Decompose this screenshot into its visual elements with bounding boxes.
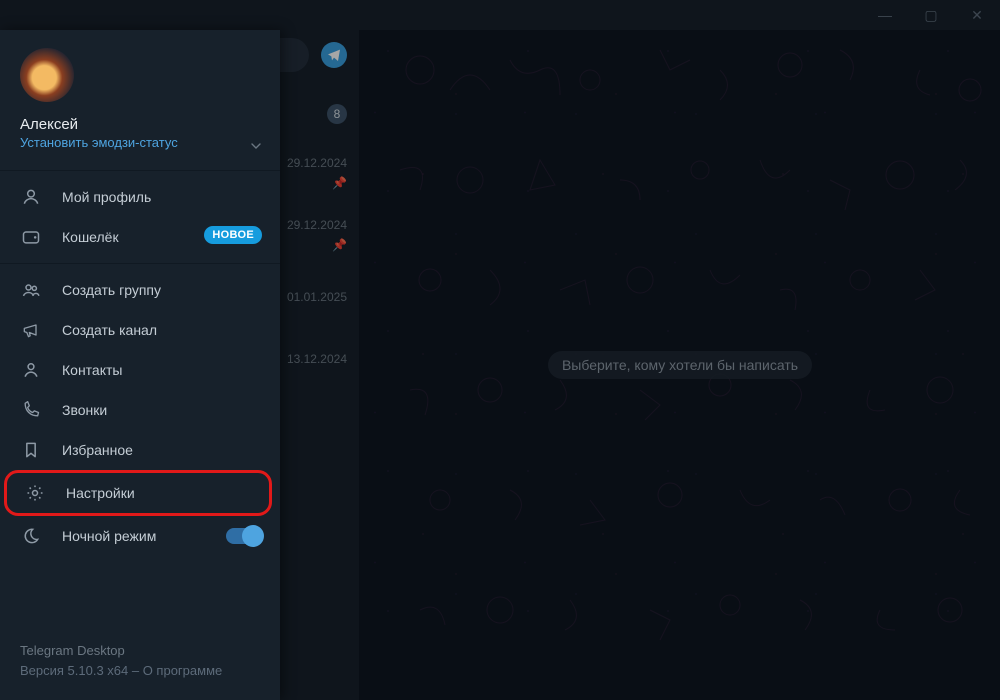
wallet-icon [20,227,42,247]
gear-icon [24,483,46,503]
menu-item-label: Звонки [62,402,107,418]
night-mode-toggle[interactable] [226,528,262,544]
menu-item-label: Мой профиль [62,189,151,205]
menu-item-contacts[interactable]: Контакты [0,350,280,390]
menu-item-label: Контакты [62,362,122,378]
set-emoji-status-link[interactable]: Установить эмодзи-статус [20,135,260,150]
menu-item-label: Создать группу [62,282,161,298]
menu-item-wallet[interactable]: Кошелёк НОВОЕ [0,217,280,257]
separator [0,170,280,171]
drawer-profile: Алексей Установить эмодзи-статус [0,30,280,164]
new-badge: НОВОЕ [204,226,262,244]
contacts-icon [20,360,42,380]
phone-icon [20,400,42,420]
menu-item-calls[interactable]: Звонки [0,390,280,430]
main-menu-drawer: Алексей Установить эмодзи-статус Мой про… [0,30,280,700]
menu-item-settings[interactable]: Настройки [4,470,272,516]
menu-item-label: Ночной режим [62,528,156,544]
menu-item-my-profile[interactable]: Мой профиль [0,177,280,217]
menu-item-new-group[interactable]: Создать группу [0,270,280,310]
menu-item-new-channel[interactable]: Создать канал [0,310,280,350]
drawer-footer: Telegram Desktop Версия 5.10.3 x64 – О п… [0,641,280,700]
menu-item-label: Кошелёк [62,229,119,245]
user-name: Алексей [20,116,260,133]
user-icon [20,187,42,207]
separator [0,263,280,264]
chevron-down-icon[interactable] [248,138,264,154]
megaphone-icon [20,320,42,340]
menu-item-label: Избранное [62,442,133,458]
group-icon [20,280,42,300]
menu-item-night-mode[interactable]: Ночной режим [0,516,280,556]
user-avatar[interactable] [20,48,74,102]
menu-item-saved[interactable]: Избранное [0,430,280,470]
moon-icon [20,526,42,546]
menu-item-label: Создать канал [62,322,157,338]
app-version[interactable]: Версия 5.10.3 x64 – О программе [20,661,260,681]
bookmark-icon [20,440,42,460]
menu-item-label: Настройки [66,485,135,501]
app-name: Telegram Desktop [20,641,260,661]
